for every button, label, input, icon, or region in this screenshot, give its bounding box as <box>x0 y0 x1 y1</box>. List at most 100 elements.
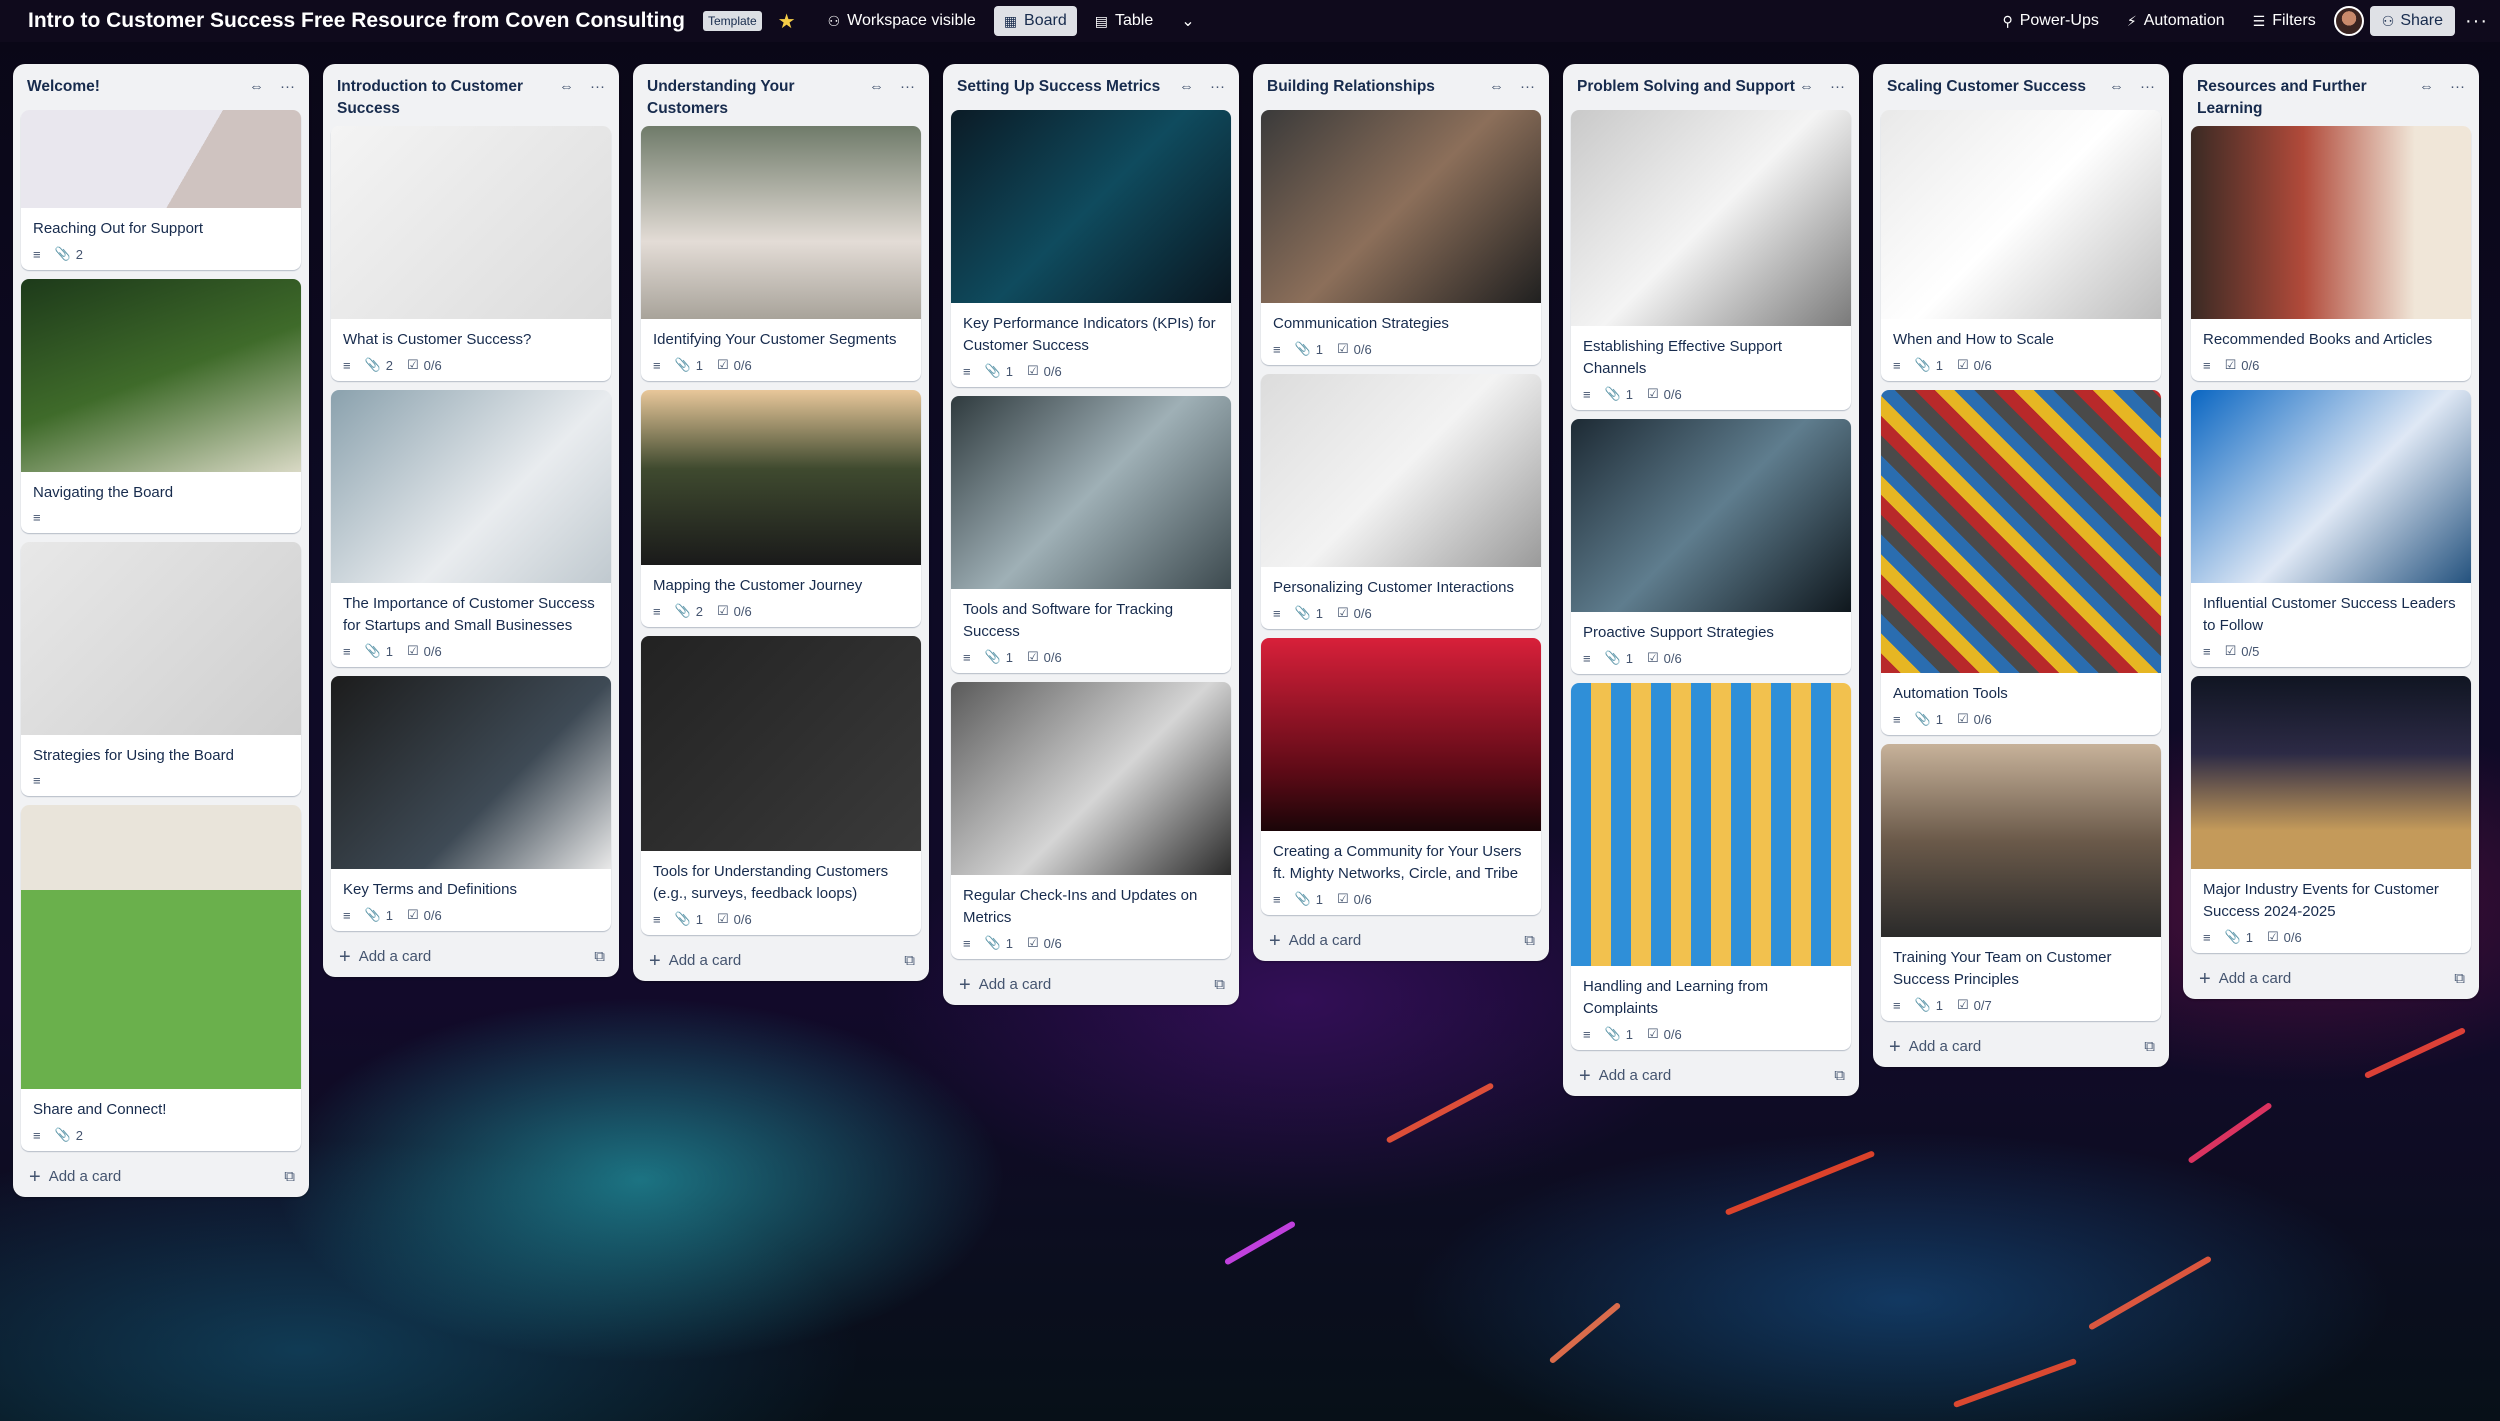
list-title[interactable]: Introduction to Customer Success <box>337 76 559 120</box>
add-card-button[interactable]: + Add a card <box>339 947 431 967</box>
more-menu-icon[interactable]: ··· <box>2465 10 2488 33</box>
list-column[interactable]: Welcome! ⇔ ··· Reaching Out for Support … <box>13 64 309 1197</box>
card[interactable]: What is Customer Success? ≡ 📎 2 ☑ 0/6 <box>331 126 611 381</box>
board-view-button[interactable]: ▦ Board <box>993 6 1077 36</box>
list-column[interactable]: Building Relationships ⇔ ··· Communicati… <box>1253 64 1549 961</box>
add-card-button[interactable]: + Add a card <box>649 951 741 971</box>
collapse-icon[interactable]: ⇔ <box>1799 78 1814 95</box>
card[interactable]: Navigating the Board ≡ <box>21 279 301 533</box>
collapse-icon[interactable]: ⇔ <box>869 78 884 95</box>
list-column[interactable]: Setting Up Success Metrics ⇔ ··· Key Per… <box>943 64 1239 1005</box>
card[interactable]: Automation Tools ≡ 📎 1 ☑ 0/6 <box>1881 390 2161 735</box>
card[interactable]: Regular Check-Ins and Updates on Metrics… <box>951 682 1231 959</box>
list-actions: ⇔ ··· <box>1799 76 1845 95</box>
list-column[interactable]: Problem Solving and Support ⇔ ··· Establ… <box>1563 64 1859 1096</box>
collapse-icon[interactable]: ⇔ <box>2109 78 2124 95</box>
table-view-label: Table <box>1114 12 1154 29</box>
card[interactable]: Mapping the Customer Journey ≡ 📎 2 ☑ 0/6 <box>641 390 921 627</box>
more-icon[interactable]: ··· <box>1210 78 1225 95</box>
create-from-template-icon[interactable]: ⧉ <box>2144 1038 2155 1055</box>
card[interactable]: Major Industry Events for Customer Succe… <box>2191 676 2471 953</box>
list-title[interactable]: Welcome! <box>27 76 249 98</box>
collapse-icon[interactable]: ⇔ <box>559 78 574 95</box>
card[interactable]: Strategies for Using the Board ≡ <box>21 542 301 796</box>
create-from-template-icon[interactable]: ⧉ <box>1834 1067 1845 1084</box>
list-title[interactable]: Understanding Your Customers <box>647 76 869 120</box>
create-from-template-icon[interactable]: ⧉ <box>2454 970 2465 987</box>
avatar[interactable] <box>2333 6 2364 36</box>
add-card-button[interactable]: + Add a card <box>2199 969 2291 989</box>
create-from-template-icon[interactable]: ⧉ <box>594 948 605 965</box>
background-streak <box>1548 1301 1622 1365</box>
checklist-badge: ☑ 0/6 <box>1647 650 1682 666</box>
filters-button[interactable]: ☰ Filters <box>2243 6 2326 36</box>
list-column[interactable]: Introduction to Customer Success ⇔ ··· W… <box>323 64 619 977</box>
card[interactable]: Tools for Understanding Customers (e.g.,… <box>641 636 921 935</box>
checklist-count: 0/6 <box>1973 357 1992 373</box>
card[interactable]: Training Your Team on Customer Success P… <box>1881 744 2161 1021</box>
list-column[interactable]: Understanding Your Customers ⇔ ··· Ident… <box>633 64 929 981</box>
attachment-count: 1 <box>1315 341 1324 357</box>
table-view-button[interactable]: ▤ Table <box>1085 6 1163 36</box>
card[interactable]: Reaching Out for Support ≡ 📎 2 <box>21 110 301 270</box>
add-card-button[interactable]: + Add a card <box>959 975 1051 995</box>
card[interactable]: Establishing Effective Support Channels … <box>1571 110 1851 410</box>
card[interactable]: Identifying Your Customer Segments ≡ 📎 1 ☑ 0… <box>641 126 921 381</box>
card[interactable]: Communication Strategies ≡ 📎 1 ☑ 0/6 <box>1261 110 1541 365</box>
list-title[interactable]: Scaling Customer Success <box>1887 76 2109 98</box>
card[interactable]: Key Performance Indicators (KPIs) for Cu… <box>951 110 1231 387</box>
views-dropdown-button[interactable]: ⌄ <box>1171 5 1204 37</box>
collapse-icon[interactable]: ⇔ <box>249 78 264 95</box>
description-badge: ≡ <box>1273 342 1281 357</box>
card[interactable]: Influential Customer Success Leaders to … <box>2191 390 2471 667</box>
card[interactable]: Creating a Community for Your Users ft. … <box>1261 638 1541 915</box>
add-card-button[interactable]: + Add a card <box>29 1167 121 1187</box>
add-card-button[interactable]: + Add a card <box>1269 931 1361 951</box>
card[interactable]: Recommended Books and Articles ≡ ☑ 0/6 <box>2191 126 2471 381</box>
create-from-template-icon[interactable]: ⧉ <box>284 1168 295 1185</box>
card[interactable]: When and How to Scale ≡ 📎 1 ☑ 0/6 <box>1881 110 2161 381</box>
visibility-button[interactable]: ⚇ Workspace visible <box>818 6 986 36</box>
add-card-row: + Add a card ⧉ <box>1261 924 1541 955</box>
list-column[interactable]: Scaling Customer Success ⇔ ··· When and … <box>1873 64 2169 1067</box>
share-button[interactable]: ⚇ Share <box>2369 6 2456 36</box>
more-icon[interactable]: ··· <box>1830 78 1845 95</box>
collapse-icon[interactable]: ⇔ <box>1489 78 1504 95</box>
more-icon[interactable]: ··· <box>2450 78 2465 95</box>
checklist-icon: ☑ <box>407 643 419 658</box>
card[interactable]: Personalizing Customer Interactions ≡ 📎 1 ☑… <box>1261 374 1541 629</box>
more-icon[interactable]: ··· <box>280 78 295 95</box>
add-card-button[interactable]: + Add a card <box>1889 1037 1981 1057</box>
more-icon[interactable]: ··· <box>1520 78 1535 95</box>
card[interactable]: The Importance of Customer Success for S… <box>331 390 611 667</box>
list-title[interactable]: Setting Up Success Metrics <box>957 76 1179 98</box>
list-title[interactable]: Building Relationships <box>1267 76 1489 98</box>
card[interactable]: Proactive Support Strategies ≡ 📎 1 ☑ 0/6 <box>1571 419 1851 674</box>
list-title[interactable]: Problem Solving and Support <box>1577 76 1799 98</box>
attachment-badge: 📎 1 <box>1605 1026 1633 1042</box>
create-from-template-icon[interactable]: ⧉ <box>1214 976 1225 993</box>
card[interactable]: Tools and Software for Tracking Success … <box>951 396 1231 673</box>
checklist-badge: ☑ 0/6 <box>717 603 752 619</box>
collapse-icon[interactable]: ⇔ <box>1179 78 1194 95</box>
create-from-template-icon[interactable]: ⧉ <box>1524 932 1535 949</box>
card-body: Navigating the Board ≡ <box>21 472 301 533</box>
card-title: Key Performance Indicators (KPIs) for Cu… <box>963 315 1216 354</box>
list-column[interactable]: Resources and Further Learning ⇔ ··· Rec… <box>2183 64 2479 999</box>
list-title[interactable]: Resources and Further Learning <box>2197 76 2419 120</box>
card[interactable]: Handling and Learning from Complaints ≡ 📎… <box>1571 683 1851 1050</box>
star-icon[interactable]: ★ <box>778 9 796 34</box>
board-title[interactable]: Intro to Customer Success Free Resource … <box>28 9 685 33</box>
add-card-button[interactable]: + Add a card <box>1579 1066 1671 1086</box>
card[interactable]: Share and Connect! ≡ 📎 2 <box>21 805 301 1151</box>
more-icon[interactable]: ··· <box>900 78 915 95</box>
more-icon[interactable]: ··· <box>2140 78 2155 95</box>
powerups-button[interactable]: ⚲ Power-Ups <box>1992 6 2108 36</box>
create-from-template-icon[interactable]: ⧉ <box>904 952 915 969</box>
card[interactable]: Key Terms and Definitions ≡ 📎 1 ☑ 0/6 <box>331 676 611 931</box>
collapse-icon[interactable]: ⇔ <box>2419 78 2434 95</box>
card-badges: ≡ 📎 1 ☑ 0/6 <box>963 935 1219 951</box>
more-icon[interactable]: ··· <box>590 78 605 95</box>
automation-button[interactable]: ⚡ Automation <box>2117 6 2235 36</box>
attachment-badge: 📎 1 <box>1915 711 1943 727</box>
